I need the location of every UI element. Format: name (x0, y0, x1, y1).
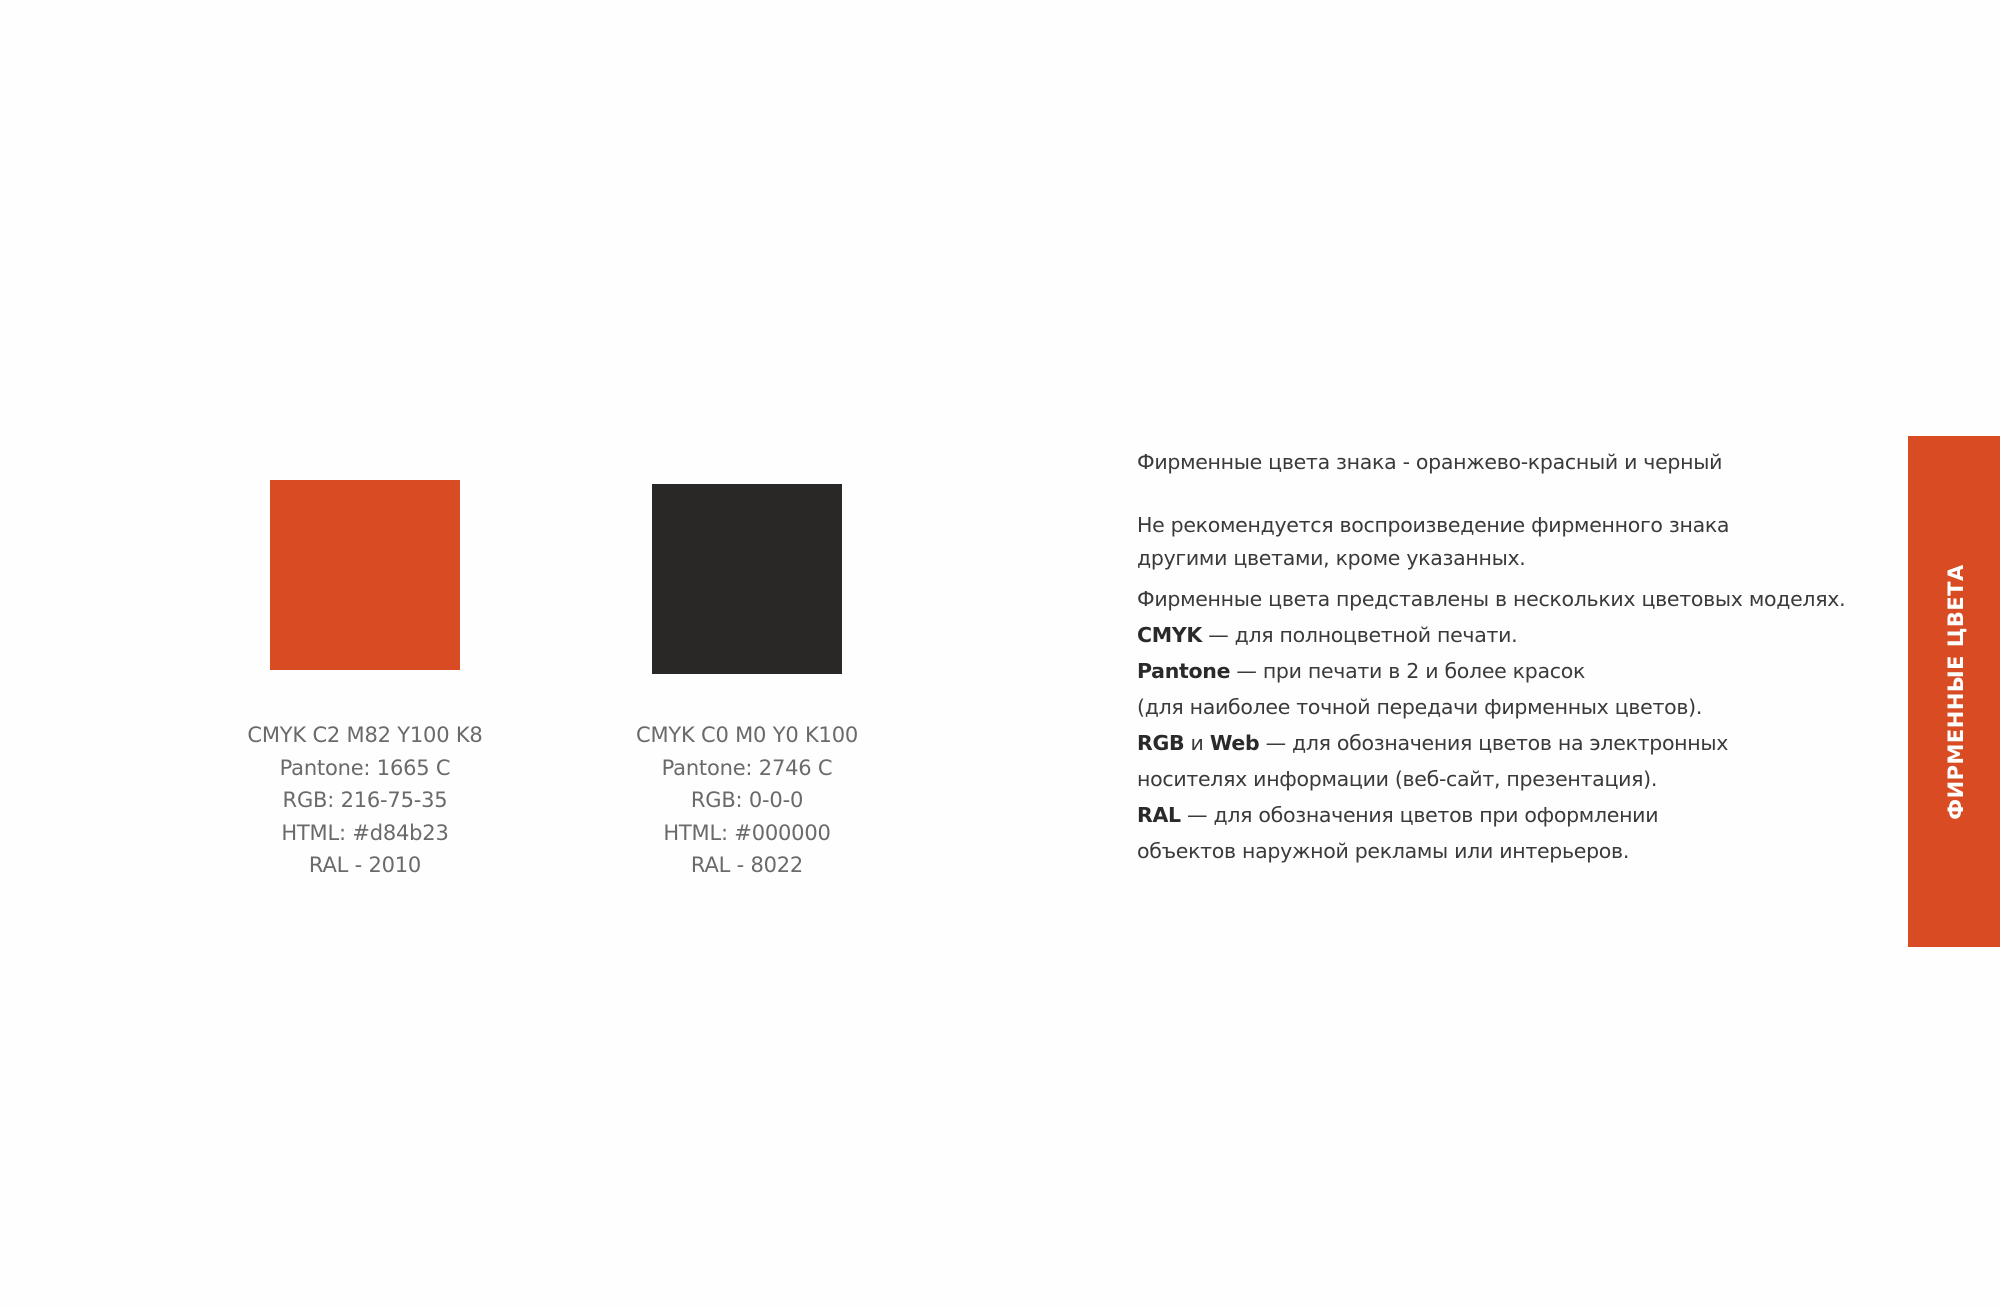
spec-rgb: RGB: 216-75-35 (282, 788, 448, 812)
pantone-model-line: Pantone — при печати в 2 и более красок (1137, 659, 1585, 683)
cmyk-model-line: CMYK — для полноцветной печати. (1137, 623, 1518, 647)
rgb-web-model-line: RGB и Web — для обозначения цветов на эл… (1137, 731, 1728, 755)
black-color-swatch (652, 484, 842, 674)
ral-term: RAL (1137, 803, 1181, 827)
side-tab-label: ФИРМЕННЫЕ ЦВЕТА (1944, 563, 1968, 820)
orange-color-swatch (270, 480, 460, 670)
spec-pantone: Pantone: 2746 C (661, 755, 833, 780)
cmyk-term: CMYK (1137, 623, 1202, 647)
pantone-description: — при печати в 2 и более красок (1230, 659, 1586, 683)
web-term: Web (1209, 731, 1260, 755)
spec-html: HTML: #000000 (663, 820, 831, 845)
and-word: и (1184, 731, 1210, 755)
spec-cmyk: CMYK C2 M82 Y100 K8 (247, 723, 483, 747)
rgb-description: — для обозначения цветов на электронных (1259, 731, 1729, 755)
spec-html: HTML: #d84b23 (281, 820, 449, 845)
orange-color-specs: CMYK C2 M82 Y100 K8 Pantone: 1665 C RGB:… (215, 719, 515, 882)
description-heading: Фирменные цвета знака - оранжево-красный… (1137, 450, 1723, 474)
color-models-intro: Фирменные цвета представлены в нескольки… (1137, 587, 1846, 611)
spec-cmyk: CMYK C0 M0 Y0 K100 (635, 723, 859, 747)
spec-ral: RAL - 2010 (308, 853, 422, 877)
black-color-specs: CMYK C0 M0 Y0 K100 Pantone: 2746 C RGB: … (597, 719, 897, 882)
rgb-description-line-2: носителях информации (веб-сайт, презента… (1137, 767, 1658, 791)
spec-rgb: RGB: 0-0-0 (690, 788, 804, 812)
spec-ral: RAL - 8022 (690, 853, 804, 877)
section-side-tab: ФИРМЕННЫЕ ЦВЕТА (1908, 436, 2000, 947)
pantone-term: Pantone (1137, 659, 1231, 683)
cmyk-description: — для полноцветной печати. (1201, 623, 1518, 647)
recommendation-line-2: другими цветами, кроме указанных. (1137, 546, 1526, 570)
ral-model-line: RAL — для обозначения цветов при оформле… (1137, 803, 1659, 827)
ral-description: — для обозначения цветов при оформлении (1180, 803, 1659, 827)
rgb-term: RGB (1137, 731, 1185, 755)
spec-pantone: Pantone: 1665 C (279, 755, 451, 780)
ral-description-line-2: объектов наружной рекламы или интерьеров… (1137, 839, 1630, 863)
recommendation-line-1: Не рекомендуется воспроизведение фирменн… (1137, 513, 1730, 537)
brand-colors-page: CMYK C2 M82 Y100 K8 Pantone: 1665 C RGB:… (0, 0, 2000, 1308)
pantone-description-line-2: (для наиболее точной передачи фирменных … (1137, 695, 1703, 719)
